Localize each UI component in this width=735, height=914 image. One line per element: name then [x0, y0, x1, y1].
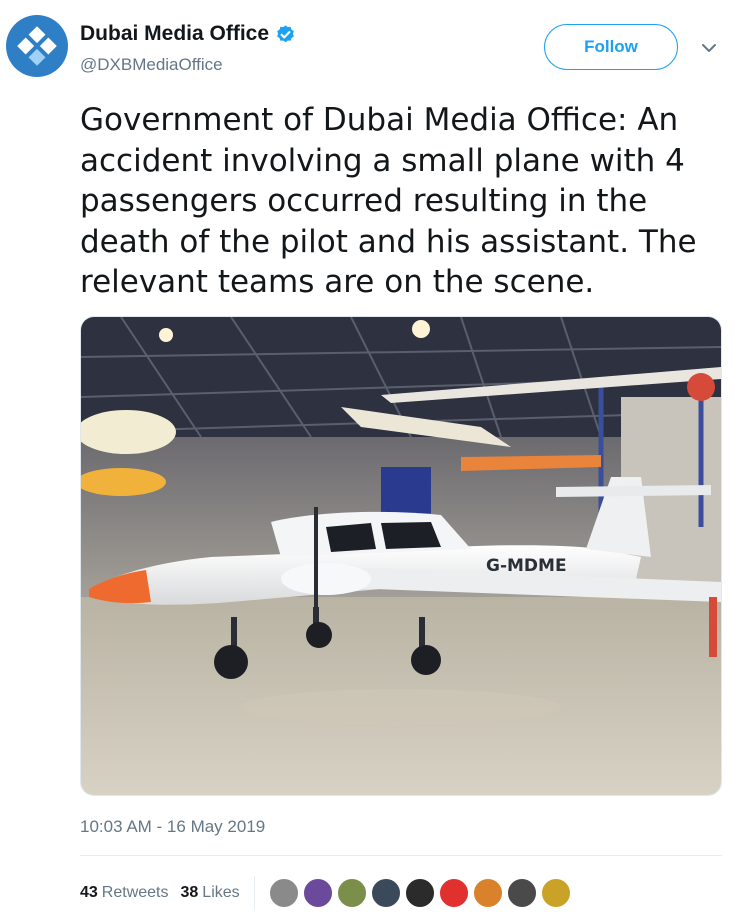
likes-label[interactable]: Likes: [202, 884, 239, 902]
author-name-row: Dubai Media Office: [80, 22, 296, 46]
retweets-count[interactable]: 43: [80, 884, 98, 902]
liker-avatar-1[interactable]: [268, 878, 299, 908]
dubai-media-office-logo-icon: [17, 26, 57, 66]
display-name[interactable]: Dubai Media Office: [80, 22, 269, 46]
likes-count[interactable]: 38: [181, 884, 199, 902]
liker-avatar-7[interactable]: [472, 878, 503, 908]
engagement-stats: 43 Retweets 38 Likes: [80, 876, 575, 910]
chevron-down-icon[interactable]: [699, 38, 719, 58]
liker-avatar-4[interactable]: [370, 878, 401, 908]
tweet-text: Government of Dubai Media Office: An acc…: [80, 100, 720, 303]
liker-avatar-6[interactable]: [438, 878, 469, 908]
tweet-card: Dubai Media Office @DXBMediaOffice Follo…: [0, 0, 735, 914]
tweet-photo[interactable]: G-MDME: [80, 316, 722, 796]
hangar-plane-image: G-MDME: [81, 317, 721, 795]
tweet-text-line: accident involving a small plane with 4: [80, 142, 685, 179]
stats-separator: [253, 876, 255, 910]
tweet-text-line: Government of Dubai Media Office: An: [80, 102, 679, 138]
tweet-timestamp[interactable]: 10:03 AM - 16 May 2019: [80, 817, 265, 837]
tweet-text-line: death of the pilot and his assistant. Th…: [80, 223, 697, 260]
plane-registration: G-MDME: [486, 556, 567, 576]
tweet-text-line: relevant teams are on the scene.: [80, 264, 595, 300]
tweet-text-line: passengers occurred resulting in the: [80, 183, 648, 219]
liker-avatars: [268, 878, 575, 908]
follow-button[interactable]: Follow: [544, 24, 678, 70]
author-handle[interactable]: @DXBMediaOffice: [80, 55, 223, 75]
liker-avatar-5[interactable]: [404, 878, 435, 908]
liker-avatar-2[interactable]: [302, 878, 333, 908]
retweets-label[interactable]: Retweets: [102, 884, 169, 902]
liker-avatar-9[interactable]: [540, 878, 571, 908]
profile-avatar[interactable]: [6, 15, 68, 77]
divider: [80, 855, 722, 856]
verified-badge-icon: [277, 24, 294, 42]
liker-avatar-3[interactable]: [336, 878, 367, 908]
liker-avatar-8[interactable]: [506, 878, 537, 908]
